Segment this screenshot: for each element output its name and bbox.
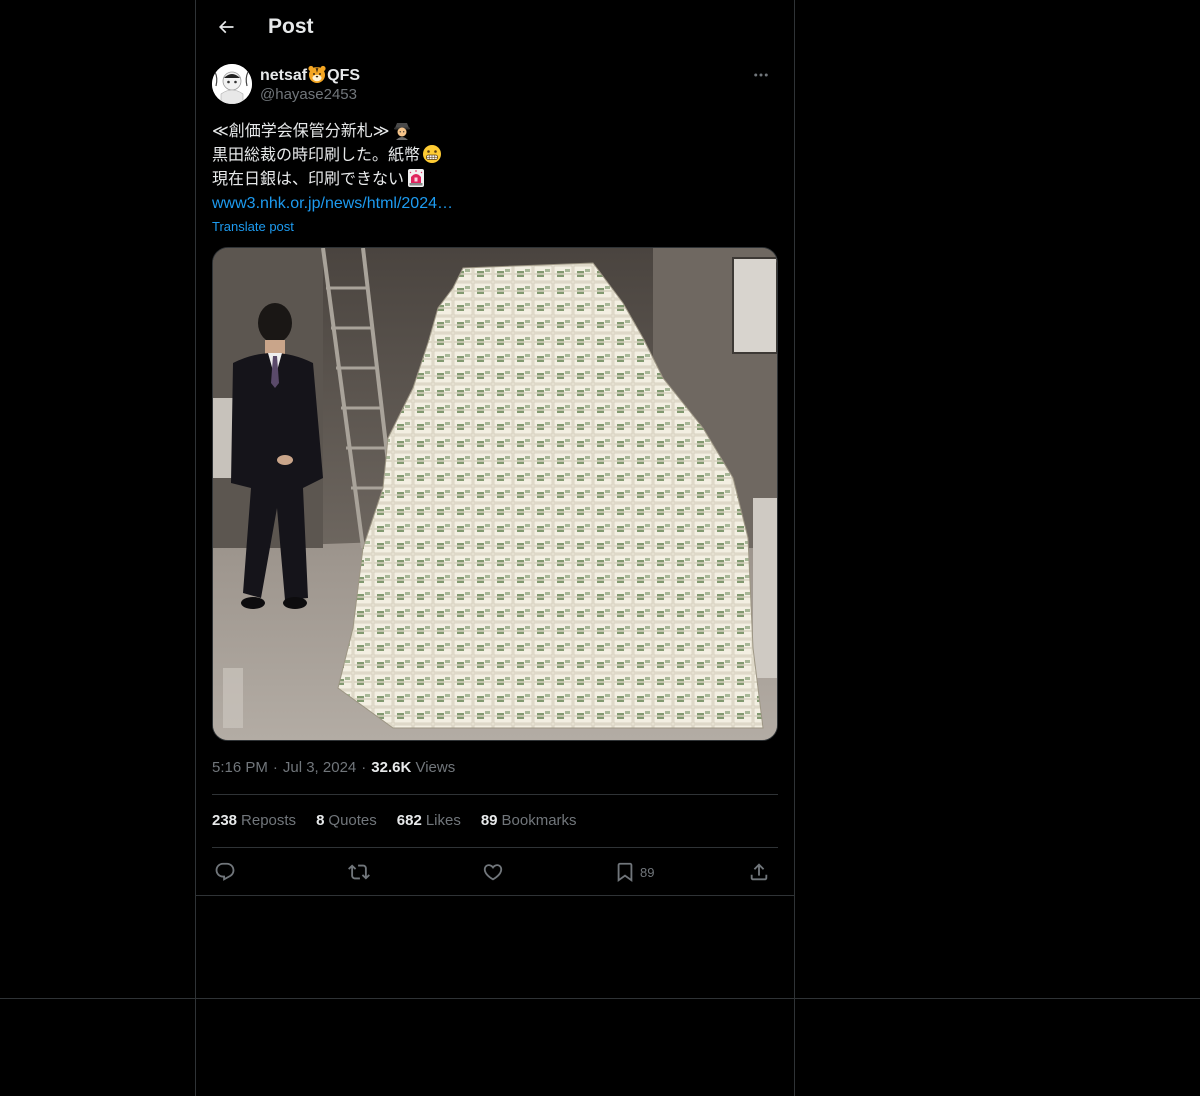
photo-image — [213, 248, 777, 740]
stat-label: Likes — [425, 812, 461, 829]
engagement-stats: 238 Reposts 8 Quotes 682 Likes 89 Bookmarks — [212, 811, 577, 831]
action-bar: 89 — [212, 856, 778, 888]
meta-separator: · — [272, 759, 278, 776]
like-button[interactable] — [482, 856, 504, 888]
avatar-image — [212, 64, 252, 104]
bookmark-count: 89 — [640, 864, 655, 880]
police-light-emoji — [408, 169, 425, 187]
post-date[interactable]: Jul 3, 2024 — [283, 759, 356, 776]
repost-button[interactable] — [348, 856, 370, 888]
back-button[interactable] — [208, 9, 244, 45]
stat-reposts[interactable]: 238 Reposts — [212, 811, 296, 831]
primary-column: Post netsaf QFS @hayase2453 ≪創価学会保管分新札≫ … — [195, 0, 795, 1096]
post-time[interactable]: 5:16 PM — [212, 759, 268, 776]
tiger-face-emoji — [308, 65, 326, 83]
post-text: ≪創価学会保管分新札≫ 黒田総裁の時印刷した。紙幣 現在日銀は、印刷できない w… — [212, 119, 778, 216]
author-display-name[interactable]: netsaf QFS — [260, 64, 360, 87]
post-link[interactable]: www3.nhk.or.jp/news/html/2024… — [212, 195, 453, 212]
grimacing-face-emoji — [423, 145, 442, 163]
post-meta: 5:16 PM · Jul 3, 2024 · 32.6K Views — [212, 758, 455, 778]
heart-icon — [483, 864, 503, 881]
stat-count: 89 — [480, 812, 498, 829]
post-line: 現在日銀は、印刷できない — [212, 167, 778, 191]
author-handle[interactable]: @hayase2453 — [260, 85, 357, 105]
stat-count: 8 — [316, 812, 325, 829]
views-count: 32.6K — [371, 759, 412, 776]
arrow-left-icon — [218, 20, 234, 34]
post-line-text: ≪創価学会保管分新札≫ — [212, 121, 390, 140]
post-line-text: 黒田総裁の時印刷した。紙幣 — [212, 145, 421, 164]
page-header: Post — [196, 0, 794, 54]
stat-label: Quotes — [328, 812, 377, 829]
author-name-suffix: QFS — [327, 67, 361, 84]
repost-icon — [348, 864, 370, 880]
divider — [212, 847, 778, 848]
reply-button[interactable] — [214, 856, 236, 888]
post-line: ≪創価学会保管分新札≫ — [212, 119, 778, 143]
divider — [196, 895, 794, 896]
detective-emoji — [393, 123, 410, 140]
stat-likes[interactable]: 682 Likes — [397, 811, 461, 831]
stat-label: Reposts — [241, 812, 297, 829]
divider — [0, 998, 1200, 999]
author-name-text: netsaf — [260, 67, 308, 84]
stat-count: 682 — [396, 812, 422, 829]
more-button[interactable] — [744, 64, 778, 86]
post-media-photo[interactable] — [212, 247, 778, 741]
share-button[interactable] — [748, 856, 770, 888]
share-icon — [750, 863, 768, 881]
post-line-text: 現在日銀は、印刷できない — [212, 169, 405, 188]
more-horizontal-icon — [754, 73, 768, 77]
post-line: 黒田総裁の時印刷した。紙幣 — [212, 143, 778, 167]
page-title: Post — [268, 15, 314, 38]
stat-count: 238 — [212, 812, 238, 829]
meta-separator: · — [361, 759, 367, 776]
divider — [212, 794, 778, 795]
bookmark-icon — [617, 862, 633, 883]
translate-post-link[interactable]: Translate post — [212, 218, 294, 236]
bookmark-button[interactable]: 89 — [614, 856, 654, 888]
post-line: www3.nhk.or.jp/news/html/2024… — [212, 191, 778, 216]
stat-bookmarks[interactable]: 89 Bookmarks — [481, 811, 577, 831]
avatar[interactable] — [212, 64, 252, 104]
post-author: netsaf QFS @hayase2453 — [212, 64, 778, 108]
stat-quotes[interactable]: 8 Quotes — [316, 811, 377, 831]
views-label: Views — [415, 759, 456, 776]
reply-icon — [215, 862, 235, 881]
stat-label: Bookmarks — [501, 812, 577, 829]
